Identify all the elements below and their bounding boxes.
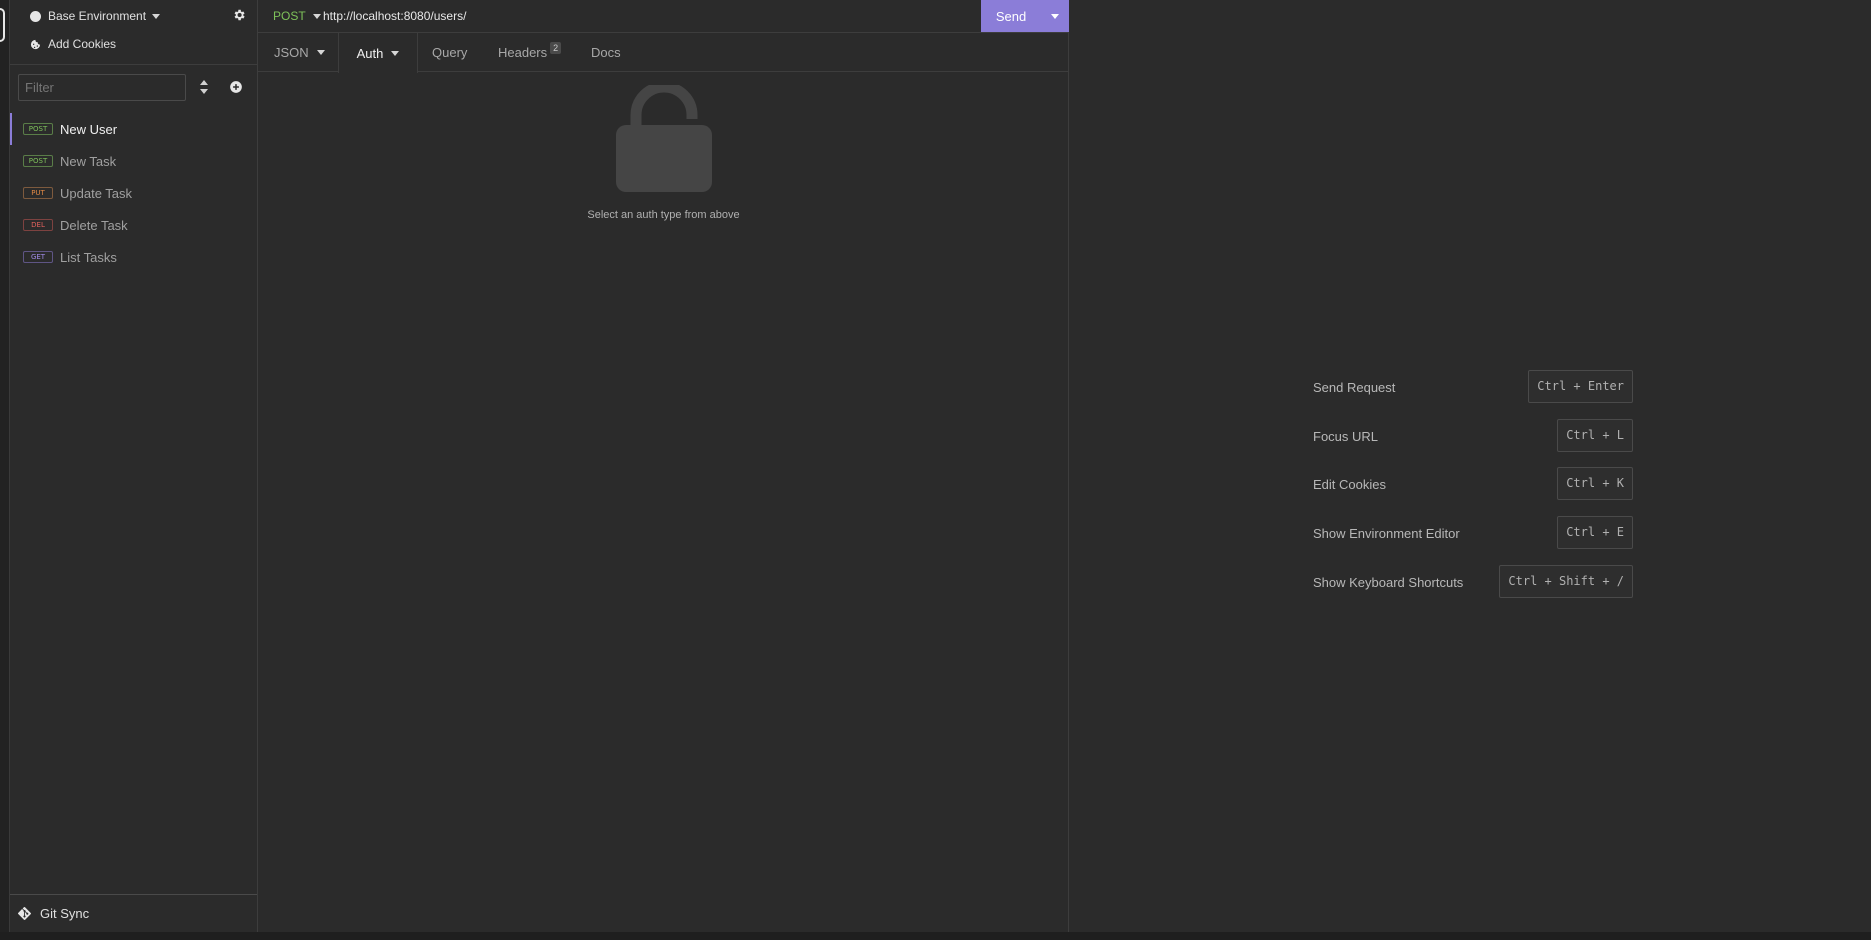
environment-dot-icon: [30, 10, 41, 22]
shortcut-label: Send Request: [1313, 380, 1396, 395]
tab-query[interactable]: Query: [432, 33, 467, 72]
workspace-tab-indicator[interactable]: [0, 8, 5, 42]
url-input[interactable]: http://localhost:8080/users/: [323, 9, 466, 23]
shortcut-keys: Ctrl + Shift + /: [1499, 565, 1633, 598]
send-button[interactable]: Send: [981, 0, 1069, 32]
request-name: New Task: [60, 153, 117, 169]
list-item[interactable]: PUT Update Task: [10, 177, 257, 209]
send-options-chevron-icon[interactable]: [1051, 13, 1059, 19]
tab-query-label: Query: [432, 45, 468, 60]
tab-body[interactable]: JSON: [274, 33, 325, 72]
tab-docs-label: Docs: [591, 45, 621, 60]
chevron-down-icon: [316, 50, 325, 55]
method-badge: DEL: [23, 219, 53, 231]
environment-selector[interactable]: Base Environment: [30, 8, 161, 24]
method-badge: POST: [23, 155, 53, 167]
method-badge: POST: [23, 123, 53, 135]
tab-docs[interactable]: Docs: [591, 33, 621, 72]
tab-headers-label: Headers: [498, 45, 548, 60]
shortcut-row: Show Keyboard Shortcuts Ctrl + Shift + /: [1313, 565, 1633, 599]
add-cookies-button[interactable]: Add Cookies: [30, 37, 116, 51]
request-pane: POST http://localhost:8080/users/ Send J…: [258, 0, 1069, 932]
sort-icon[interactable]: [198, 80, 210, 94]
headers-count-badge: 2: [550, 41, 562, 54]
git-divider: [10, 894, 257, 895]
chevron-down-icon: [391, 50, 400, 56]
chevron-down-icon: [152, 13, 161, 19]
method-dropdown[interactable]: POST: [273, 9, 321, 23]
auth-hint-text: Select an auth type from above: [587, 209, 740, 221]
shortcut-keys: Ctrl + K: [1557, 467, 1633, 500]
filter-input[interactable]: [18, 74, 186, 101]
request-list: POST New User POST New Task PUT Update T…: [10, 113, 257, 273]
list-item[interactable]: POST New User: [10, 113, 257, 145]
send-label: Send: [995, 8, 1027, 24]
environment-label: Base Environment: [48, 9, 147, 23]
shortcut-label: Show Keyboard Shortcuts: [1313, 575, 1464, 590]
url-bar: POST http://localhost:8080/users/ Send: [258, 0, 1069, 33]
tab-auth-label: Auth: [356, 45, 384, 61]
chevron-down-icon: [312, 13, 321, 19]
shortcut-keys: Ctrl + Enter: [1528, 370, 1633, 403]
shortcut-keys: Ctrl + L: [1557, 419, 1633, 452]
git-icon: [18, 907, 31, 920]
add-cookies-label: Add Cookies: [48, 37, 117, 51]
request-tabs: JSON Auth Query Headers 2 Docs: [258, 33, 1069, 73]
cookie-icon: [30, 39, 41, 49]
tab-headers[interactable]: Headers 2: [498, 33, 562, 72]
request-name: Update Task: [60, 185, 133, 201]
status-bar: [0, 932, 1871, 940]
add-circle-icon[interactable]: [229, 80, 243, 94]
list-item[interactable]: GET List Tasks: [10, 241, 257, 273]
tab-auth[interactable]: Auth: [338, 33, 418, 73]
sidebar: Base Environment Add Cookies POST New Us…: [10, 0, 258, 932]
git-sync-label: Git Sync: [40, 906, 90, 921]
shortcut-row: Edit Cookies Ctrl + K: [1313, 467, 1633, 501]
method-label: POST: [273, 9, 306, 23]
shortcut-label: Focus URL: [1313, 429, 1379, 444]
shortcut-label: Show Environment Editor: [1313, 526, 1460, 541]
shortcut-row: Send Request Ctrl + Enter: [1313, 370, 1633, 404]
request-name: New User: [60, 121, 118, 137]
git-sync-button[interactable]: Git Sync: [18, 906, 89, 921]
method-badge: GET: [23, 251, 53, 263]
list-item[interactable]: POST New Task: [10, 145, 257, 177]
request-name: Delete Task: [60, 217, 128, 233]
gear-icon[interactable]: [232, 8, 246, 22]
request-name: List Tasks: [60, 249, 117, 265]
list-item[interactable]: DEL Delete Task: [10, 209, 257, 241]
app-gutter: [0, 0, 10, 932]
shortcut-keys: Ctrl + E: [1557, 516, 1633, 549]
unlock-icon: [616, 85, 712, 192]
shortcut-row: Focus URL Ctrl + L: [1313, 419, 1633, 453]
shortcut-row: Show Environment Editor Ctrl + E: [1313, 516, 1633, 550]
method-badge: PUT: [23, 187, 53, 199]
sidebar-divider: [10, 64, 257, 65]
shortcut-label: Edit Cookies: [1313, 477, 1386, 492]
tab-body-label: JSON: [274, 45, 309, 60]
